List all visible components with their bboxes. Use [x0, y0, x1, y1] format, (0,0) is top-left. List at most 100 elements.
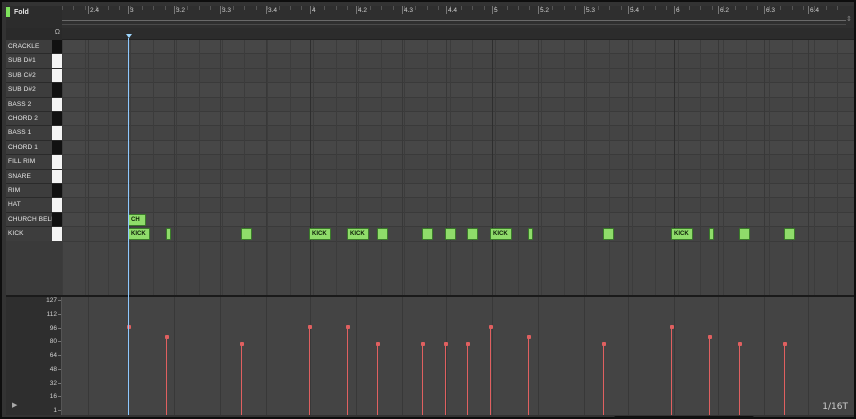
velocity-stem[interactable] — [528, 336, 529, 415]
drum-key-row[interactable]: HAT — [6, 198, 62, 213]
drum-key-row[interactable]: KICK — [6, 227, 62, 242]
velocity-stem[interactable] — [309, 326, 310, 415]
midi-note[interactable] — [784, 228, 795, 241]
drum-key-row[interactable]: CHORD 2 — [6, 112, 62, 127]
velocity-stem[interactable] — [422, 344, 423, 415]
midi-note[interactable]: CH — [128, 213, 146, 226]
velocity-stem[interactable] — [166, 336, 167, 415]
piano-key[interactable] — [52, 54, 62, 68]
velocity-stem[interactable] — [784, 344, 785, 415]
drum-key-row[interactable]: BASS 2 — [6, 97, 62, 112]
velocity-handle[interactable] — [420, 342, 425, 347]
ruler-tick — [718, 6, 719, 14]
note-lane[interactable] — [62, 40, 854, 55]
midi-note[interactable]: KICK — [309, 228, 331, 241]
piano-key[interactable] — [52, 198, 62, 212]
midi-note[interactable] — [241, 228, 252, 241]
velocity-stem[interactable] — [241, 344, 242, 415]
midi-note[interactable] — [739, 228, 750, 241]
note-lane[interactable] — [62, 198, 854, 213]
velocity-handle[interactable] — [488, 324, 493, 329]
piano-key[interactable] — [52, 112, 62, 126]
velocity-handle[interactable] — [465, 342, 470, 347]
velocity-stem[interactable] — [490, 326, 491, 415]
playhead-marker-icon[interactable] — [126, 34, 132, 38]
velocity-handle[interactable] — [375, 342, 380, 347]
fold-button[interactable]: Fold — [6, 6, 29, 18]
piano-key[interactable] — [52, 140, 62, 155]
midi-note[interactable] — [422, 228, 433, 241]
piano-key[interactable] — [52, 227, 62, 241]
note-lane[interactable] — [62, 170, 854, 184]
velocity-handle[interactable] — [707, 334, 712, 339]
midi-note[interactable] — [709, 228, 714, 241]
note-lane[interactable] — [62, 126, 854, 141]
velocity-stem[interactable] — [603, 344, 604, 415]
midi-note[interactable]: KICK — [347, 228, 369, 241]
velocity-stem[interactable] — [739, 344, 740, 415]
midi-note[interactable]: KICK — [128, 228, 150, 241]
velocity-handle[interactable] — [737, 342, 742, 347]
note-lane[interactable] — [62, 227, 854, 242]
note-lane[interactable] — [62, 54, 854, 69]
note-lane[interactable] — [62, 112, 854, 127]
velocity-handle[interactable] — [307, 324, 312, 329]
velocity-lane[interactable]: 1/16T — [62, 297, 854, 415]
drum-key-row[interactable]: CHURCH BELL — [6, 212, 62, 228]
velocity-stem[interactable] — [377, 344, 378, 415]
drum-key-row[interactable]: SUB D#1 — [6, 54, 62, 69]
velocity-handle[interactable] — [669, 324, 674, 329]
grid-resolution-label[interactable]: 1/16T — [822, 402, 848, 412]
drum-key-row[interactable]: SUB D#2 — [6, 83, 62, 98]
headphones-icon[interactable]: Ω — [55, 29, 60, 36]
piano-key[interactable] — [52, 155, 62, 169]
play-icon[interactable]: ▶ — [12, 401, 17, 409]
midi-note[interactable] — [166, 228, 171, 241]
midi-note[interactable] — [445, 228, 456, 241]
drum-key-row[interactable]: RIM — [6, 184, 62, 199]
velocity-handle[interactable] — [526, 334, 531, 339]
piano-key[interactable] — [52, 83, 62, 97]
note-lane[interactable] — [62, 184, 854, 199]
drum-key-row[interactable]: SNARE — [6, 169, 62, 184]
midi-note[interactable]: KICK — [671, 228, 693, 241]
drum-key-row[interactable]: CRACKLE — [6, 40, 62, 55]
piano-key[interactable] — [52, 169, 62, 183]
zoom-icon[interactable]: ⇕ — [846, 15, 852, 27]
midi-note[interactable] — [528, 228, 533, 241]
velocity-stem[interactable] — [445, 344, 446, 415]
velocity-stem[interactable] — [671, 326, 672, 415]
drum-key-row[interactable]: SUB C#2 — [6, 68, 62, 84]
piano-key[interactable] — [52, 126, 62, 140]
piano-key[interactable] — [52, 40, 62, 54]
velocity-handle[interactable] — [239, 342, 244, 347]
velocity-handle[interactable] — [782, 342, 787, 347]
velocity-stem[interactable] — [709, 336, 710, 415]
note-lane[interactable] — [62, 140, 854, 156]
velocity-handle[interactable] — [164, 334, 169, 339]
timeline-ruler[interactable]: ⇕ 2.4 3 3.2 3.3 3.4 4 4.2 4.3 4.4 5 5.2 5.3 5.4 6 6.2 6… — [62, 6, 854, 28]
velocity-grid-line — [492, 297, 493, 415]
velocity-handle[interactable] — [345, 324, 350, 329]
piano-key[interactable] — [52, 68, 62, 83]
note-lane[interactable] — [62, 155, 854, 170]
note-lane[interactable] — [62, 98, 854, 112]
note-lane[interactable] — [62, 212, 854, 228]
drum-key-row[interactable]: CHORD 1 — [6, 140, 62, 156]
piano-key[interactable] — [52, 97, 62, 111]
piano-key[interactable] — [52, 212, 62, 227]
note-grid[interactable]: CH KICK KICK KICK KICK KICK — [62, 40, 854, 295]
velocity-stem[interactable] — [467, 344, 468, 415]
velocity-stem[interactable] — [347, 326, 348, 415]
midi-note[interactable]: KICK — [490, 228, 512, 241]
piano-key[interactable] — [52, 184, 62, 198]
note-lane[interactable] — [62, 83, 854, 98]
midi-note[interactable] — [467, 228, 478, 241]
velocity-handle[interactable] — [601, 342, 606, 347]
midi-note[interactable] — [603, 228, 614, 241]
note-lane[interactable] — [62, 69, 854, 84]
midi-note[interactable] — [377, 228, 388, 241]
drum-key-row[interactable]: FILL RIM — [6, 155, 62, 170]
velocity-handle[interactable] — [443, 342, 448, 347]
drum-key-row[interactable]: BASS 1 — [6, 126, 62, 141]
